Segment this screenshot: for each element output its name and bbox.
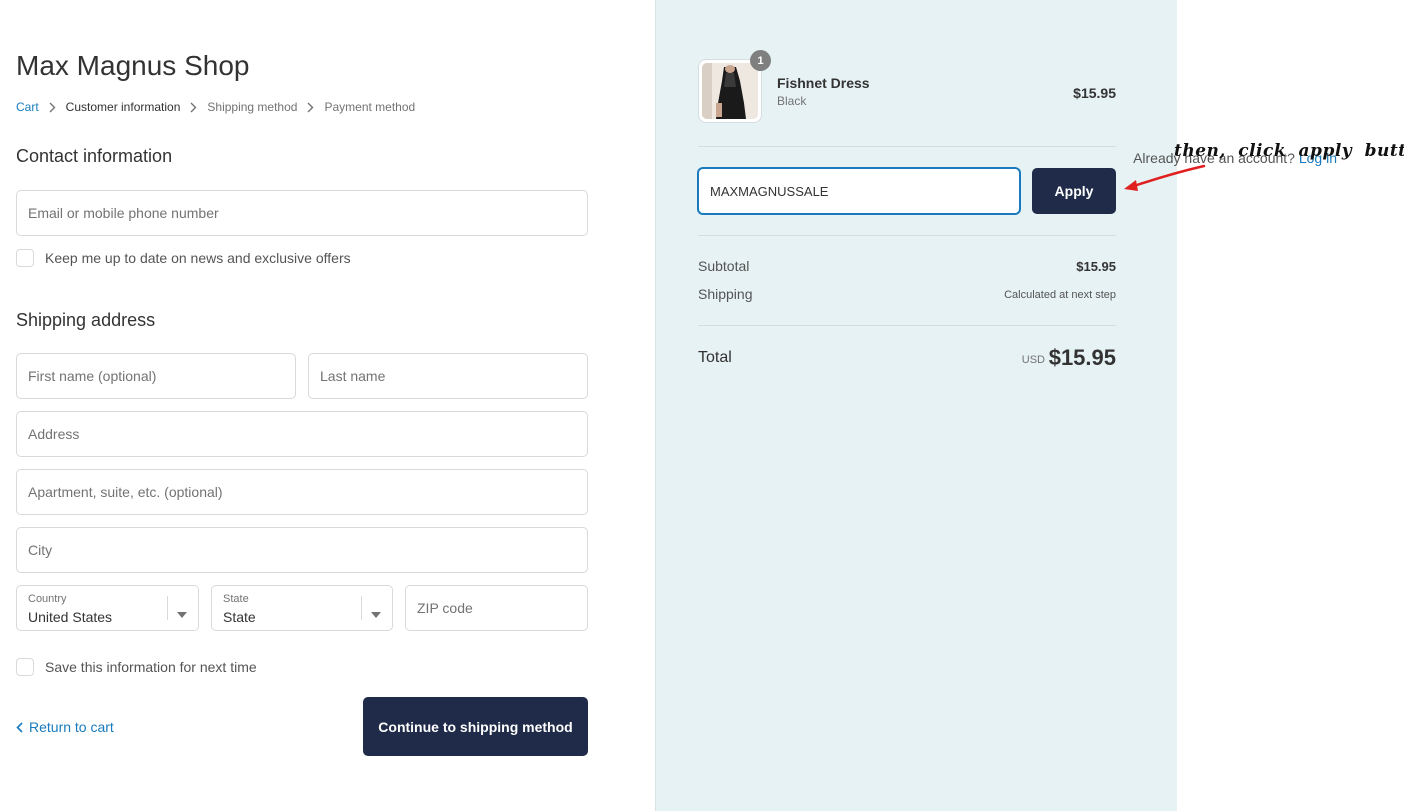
address-input[interactable] [17, 412, 587, 456]
shipping-value: Calculated at next step [1004, 289, 1116, 301]
total-value: $15.95 [1048, 345, 1116, 370]
first-name-input[interactable] [17, 354, 295, 398]
continue-to-shipping-button[interactable]: Continue to shipping method [363, 697, 588, 756]
divider [698, 235, 1116, 236]
first-name-field[interactable] [16, 353, 296, 399]
newsletter-option[interactable]: Keep me up to date on news and exclusive… [16, 249, 351, 267]
select-divider [167, 596, 168, 620]
subtotal-label: Subtotal [698, 258, 750, 274]
breadcrumb-cart[interactable]: Cart [16, 100, 39, 114]
apartment-input[interactable] [17, 470, 587, 514]
city-input[interactable] [17, 528, 587, 572]
zip-field[interactable] [405, 585, 588, 631]
caret-down-icon [177, 605, 187, 623]
quantity-badge: 1 [750, 50, 771, 71]
contact-section-title: Contact information [16, 146, 173, 166]
save-info-label: Save this information for next time [45, 659, 257, 675]
save-info-checkbox[interactable] [16, 658, 34, 676]
newsletter-checkbox[interactable] [16, 249, 34, 267]
return-to-cart-label: Return to cart [29, 719, 114, 735]
breadcrumb: Cart Customer information Shipping metho… [16, 100, 415, 114]
apartment-field[interactable] [16, 469, 588, 515]
product-thumbnail: 1 [698, 50, 771, 123]
breadcrumb-payment-method: Payment method [324, 100, 416, 114]
breadcrumb-customer-information: Customer information [65, 100, 181, 114]
chevron-right-icon [307, 102, 314, 113]
country-label: Country [28, 593, 67, 605]
newsletter-label: Keep me up to date on news and exclusive… [45, 250, 351, 266]
product-image [702, 63, 758, 119]
product-name: Fishnet Dress [777, 75, 870, 91]
subtotal-value: $15.95 [1076, 259, 1116, 274]
annotation-arrow-icon [1124, 164, 1206, 191]
divider [698, 325, 1116, 326]
divider [698, 146, 1116, 147]
discount-code-input[interactable] [699, 169, 1019, 213]
email-input[interactable] [17, 191, 587, 235]
total-label: Total [698, 349, 732, 366]
shop-title: Max Magnus Shop [16, 50, 250, 81]
state-value: State [223, 609, 256, 625]
product-variant: Black [777, 94, 807, 108]
discount-code-field[interactable] [698, 168, 1020, 214]
last-name-field[interactable] [308, 353, 588, 399]
return-to-cart-link[interactable]: Return to cart [16, 719, 114, 735]
country-value: United States [28, 609, 113, 625]
breadcrumb-shipping-method: Shipping method [207, 100, 298, 114]
zip-input[interactable] [406, 586, 587, 630]
caret-down-icon [371, 605, 381, 623]
chevron-right-icon [49, 102, 56, 113]
main-content [0, 0, 655, 811]
product-price: $15.95 [1073, 85, 1116, 101]
annotation-text: then, click apply button [1174, 141, 1404, 161]
country-select[interactable]: Country United States [16, 585, 199, 631]
chevron-left-icon [16, 721, 23, 733]
city-field[interactable] [16, 527, 588, 573]
state-select[interactable]: State State [211, 585, 393, 631]
select-divider [361, 596, 362, 620]
shipping-section-title: Shipping address [16, 310, 156, 330]
save-info-option[interactable]: Save this information for next time [16, 658, 257, 676]
email-field[interactable] [16, 190, 588, 236]
state-label: State [223, 593, 249, 605]
shipping-label: Shipping [698, 286, 753, 302]
apply-discount-button[interactable]: Apply [1032, 168, 1116, 214]
total-currency: USD [1021, 354, 1045, 366]
chevron-right-icon [190, 102, 197, 113]
address-field[interactable] [16, 411, 588, 457]
last-name-input[interactable] [309, 354, 587, 398]
